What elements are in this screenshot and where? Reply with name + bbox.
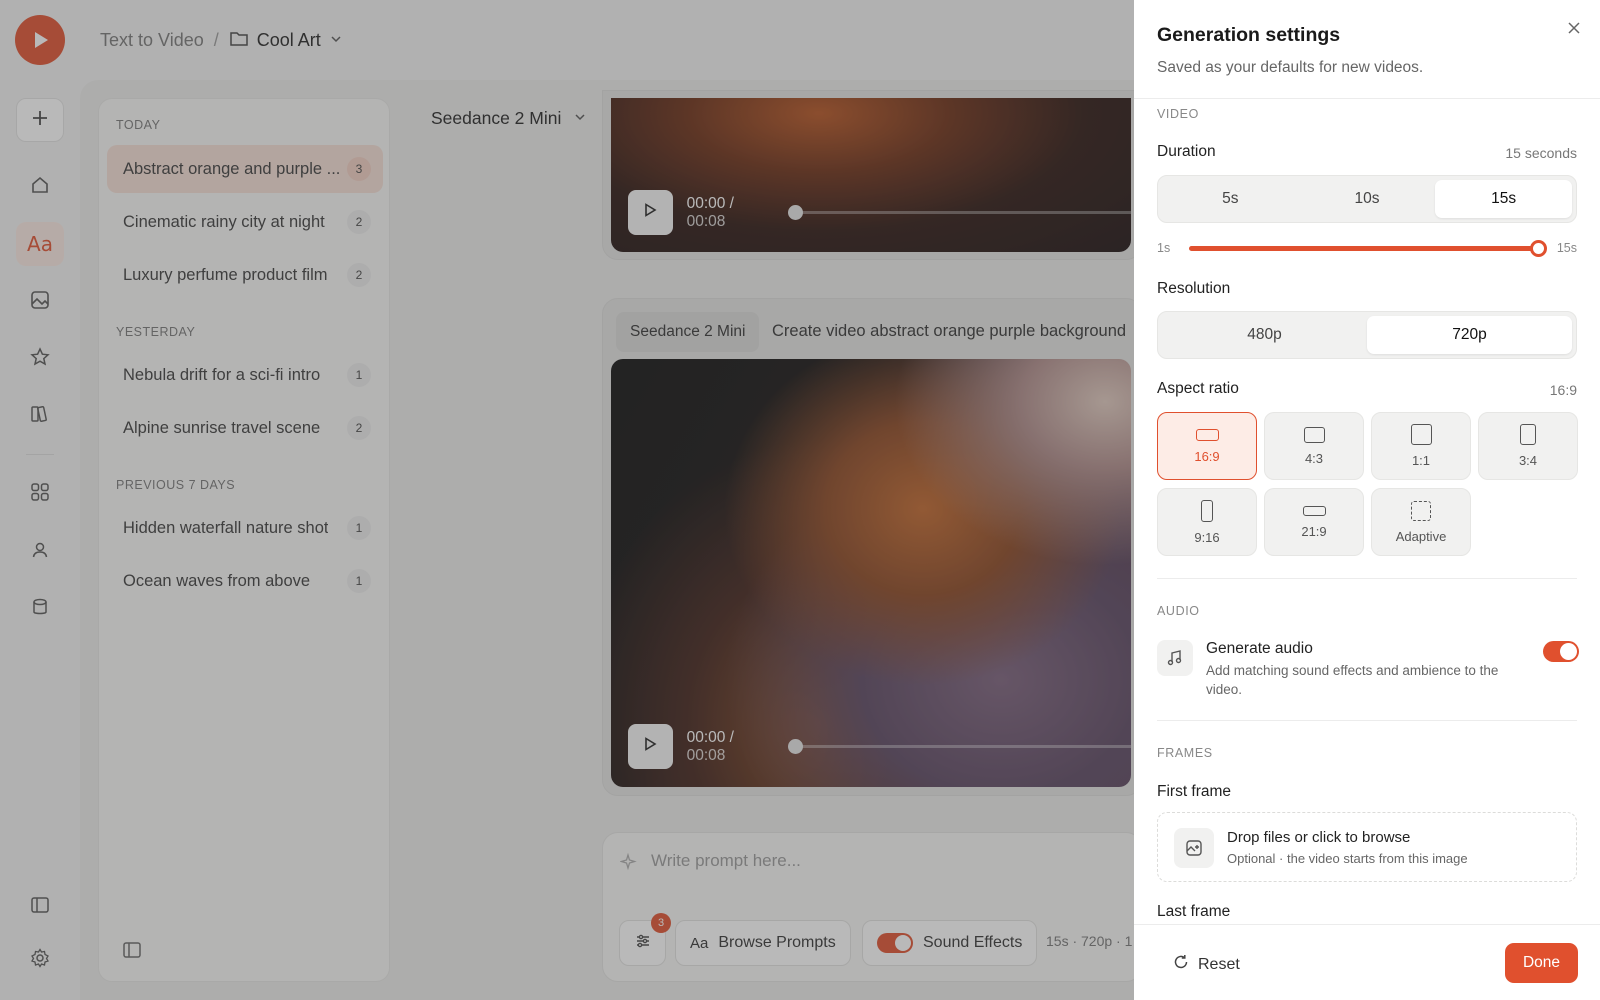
- slider-handle[interactable]: [1530, 239, 1547, 257]
- aspect-1-1-icon: [1410, 424, 1432, 445]
- aspect-option-label: 1:1: [1411, 453, 1431, 468]
- close-button[interactable]: [1566, 20, 1582, 41]
- generate-audio-description: Add matching sound effects and ambience …: [1206, 663, 1499, 697]
- panel-title: Generation settings: [1157, 24, 1341, 46]
- section-label-audio: AUDIO: [1157, 604, 1200, 618]
- music-note-icon: [1157, 640, 1193, 676]
- dropzone-title: Drop files or click to browse: [1227, 829, 1411, 846]
- slider-min-label: 1s: [1157, 241, 1171, 255]
- slider-max-label: 15s: [1556, 241, 1577, 255]
- aspect-option-21-9[interactable]: 21:9: [1264, 488, 1364, 556]
- image-upload-icon: [1174, 828, 1214, 868]
- aspect-option-label: 4:3: [1304, 450, 1324, 466]
- divider: [1157, 720, 1577, 721]
- aspect-option-label: 9:16: [1194, 529, 1220, 545]
- close-icon: [1566, 22, 1582, 40]
- aspect-16-9-icon: [1195, 428, 1219, 441]
- panel-subtitle: Saved as your defaults for new videos.: [1157, 59, 1424, 76]
- generate-audio-toggle[interactable]: [1543, 641, 1579, 662]
- duration-option-10s[interactable]: 10s: [1299, 180, 1436, 218]
- duration-option-15s[interactable]: 15s: [1435, 180, 1573, 218]
- resolution-option-480p[interactable]: 480p: [1162, 316, 1367, 354]
- duration-slider[interactable]: 1s 15s: [1157, 238, 1577, 258]
- duration-option-5s[interactable]: 5s: [1162, 180, 1299, 218]
- aspect-adaptive-icon: [1411, 500, 1431, 521]
- divider: [1134, 98, 1600, 99]
- modal-scrim[interactable]: [0, 0, 1134, 1000]
- aspect-option-16-9[interactable]: 16:9: [1157, 412, 1257, 480]
- aspect-ratio-label: Aspect ratio: [1157, 380, 1239, 397]
- duration-segmented-control: 5s 10s 15s: [1157, 175, 1577, 223]
- aspect-option-4-3[interactable]: 4:3: [1264, 412, 1364, 480]
- divider: [1157, 578, 1577, 579]
- resolution-segmented-control: 480p 720p: [1157, 311, 1577, 359]
- section-label-frames: FRAMES: [1157, 746, 1213, 760]
- slider-track[interactable]: [1189, 239, 1547, 257]
- aspect-3-4-icon: [1520, 424, 1536, 445]
- aspect-21-9-icon: [1302, 505, 1326, 516]
- generate-audio-title: Generate audio: [1206, 640, 1313, 657]
- first-frame-dropzone[interactable]: Drop files or click to browse Optional ·…: [1157, 812, 1577, 882]
- aspect-option-label: 21:9: [1301, 523, 1327, 539]
- aspect-option-label: 3:4: [1518, 453, 1538, 468]
- aspect-9-16-icon: [1201, 499, 1213, 522]
- reset-button[interactable]: Reset: [1172, 953, 1240, 976]
- duration-value: 15 seconds: [1505, 145, 1577, 161]
- duration-label: Duration: [1157, 143, 1216, 160]
- last-frame-label: Last frame: [1157, 903, 1231, 920]
- aspect-option-label: 16:9: [1194, 448, 1220, 464]
- reset-label: Reset: [1198, 955, 1240, 973]
- aspect-option-adaptive[interactable]: Adaptive: [1371, 488, 1471, 556]
- aspect-option-1-1[interactable]: 1:1: [1371, 412, 1471, 480]
- dropzone-description: Optional · the video starts from this im…: [1227, 851, 1468, 866]
- aspect-option-label: Adaptive: [1395, 528, 1447, 544]
- generation-settings-panel: Generation settings Saved as your defaul…: [1134, 0, 1600, 1000]
- aspect-option-3-4[interactable]: 3:4: [1478, 412, 1578, 480]
- reset-icon: [1172, 953, 1190, 976]
- first-frame-label: First frame: [1157, 783, 1232, 800]
- aspect-4-3-icon: [1303, 426, 1325, 443]
- panel-footer: Reset Done: [1134, 924, 1600, 1000]
- resolution-option-720p[interactable]: 720p: [1367, 316, 1572, 354]
- aspect-ratio-value: 16:9: [1549, 382, 1577, 398]
- done-button[interactable]: Done: [1505, 943, 1578, 983]
- aspect-option-9-16[interactable]: 9:16: [1157, 488, 1257, 556]
- section-label-video: VIDEO: [1157, 107, 1199, 121]
- resolution-label: Resolution: [1157, 280, 1231, 297]
